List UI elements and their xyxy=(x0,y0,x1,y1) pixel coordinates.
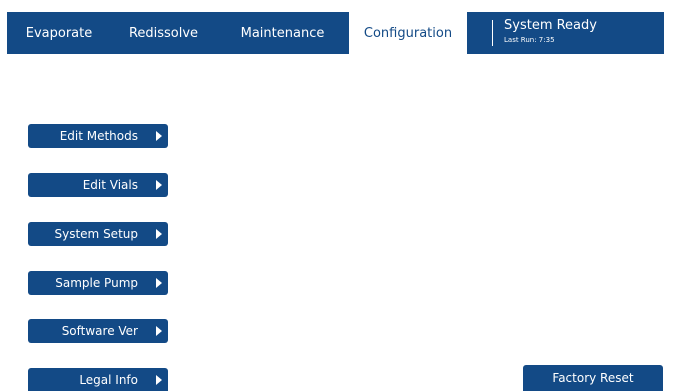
chevron-right-icon xyxy=(156,278,162,288)
system-setup-button[interactable]: System Setup xyxy=(28,222,168,246)
system-setup-label: System Setup xyxy=(54,227,139,241)
chevron-right-icon xyxy=(156,326,162,336)
chevron-right-icon xyxy=(156,180,162,190)
legal-info-button[interactable]: Legal Info xyxy=(28,368,168,391)
software-ver-button[interactable]: Software Ver xyxy=(28,319,168,343)
tab-redissolve[interactable]: Redissolve xyxy=(111,12,216,54)
edit-vials-button[interactable]: Edit Vials xyxy=(28,173,168,197)
legal-info-label: Legal Info xyxy=(79,373,138,387)
top-nav-bar: Evaporate Redissolve Maintenance Configu… xyxy=(7,12,664,54)
software-ver-label: Software Ver xyxy=(61,324,138,338)
edit-methods-button[interactable]: Edit Methods xyxy=(28,124,168,148)
status-panel: System Ready Last Run: 7:35 xyxy=(485,12,665,54)
tab-evaporate[interactable]: Evaporate xyxy=(7,12,111,54)
status-last-run: Last Run: 7:35 xyxy=(504,36,555,44)
edit-methods-label: Edit Methods xyxy=(59,129,138,143)
status-title: System Ready xyxy=(504,18,597,33)
chevron-right-icon xyxy=(156,131,162,141)
tab-configuration[interactable]: Configuration xyxy=(349,12,467,54)
chevron-right-icon xyxy=(156,375,162,385)
edit-vials-label: Edit Vials xyxy=(82,178,138,192)
sample-pump-label: Sample Pump xyxy=(55,276,138,290)
chevron-right-icon xyxy=(156,229,162,239)
factory-reset-button[interactable]: Factory Reset xyxy=(523,365,663,391)
status-divider xyxy=(492,20,493,46)
tab-maintenance[interactable]: Maintenance xyxy=(216,12,349,54)
sample-pump-button[interactable]: Sample Pump xyxy=(28,271,168,295)
